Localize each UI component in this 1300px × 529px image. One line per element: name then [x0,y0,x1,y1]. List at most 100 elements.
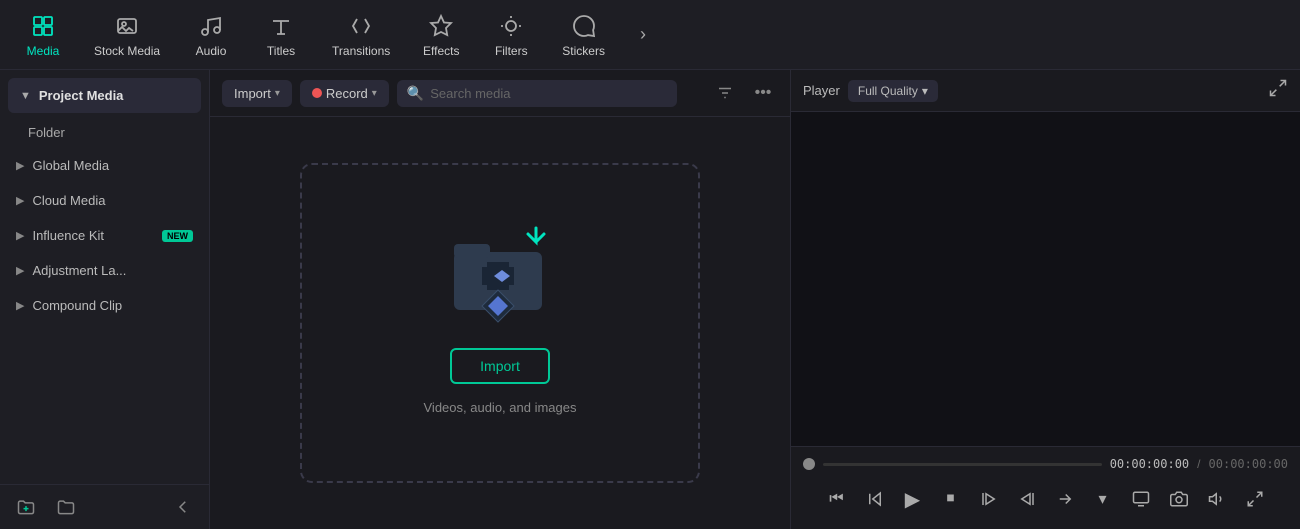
search-icon: 🔍 [407,85,424,102]
snapshot-button[interactable] [1163,483,1195,515]
import-area: Import Videos, audio, and images [210,117,790,529]
toolbar-item-stickers[interactable]: Stickers [546,6,621,64]
collapse-sidebar-button[interactable] [169,493,197,521]
skip-back-button[interactable]: ⏮ [821,483,853,515]
player-expand-button[interactable] [1268,78,1288,103]
stickers-icon [570,12,598,40]
import-subtitle: Videos, audio, and images [424,400,577,415]
monitor-button[interactable] [1125,483,1157,515]
player-panel: Player Full Quality ▾ 00:00:0 [790,70,1300,529]
quality-select[interactable]: Full Quality ▾ [848,80,938,102]
project-media-chevron: ▼ [20,90,31,102]
mark-in-button[interactable] [973,483,1005,515]
effects-icon [427,12,455,40]
sidebar-item-cloud-media[interactable]: ▶ Cloud Media [4,184,205,217]
toolbar-media-label: Media [27,44,60,58]
media-icon [29,12,57,40]
add-to-timeline-dropdown[interactable]: ▾ [1087,483,1119,515]
filters-icon [497,12,525,40]
compound-clip-chevron: ▶ [16,299,24,312]
import-main-button[interactable]: Import [450,348,550,384]
quality-chevron: ▾ [922,84,928,98]
transitions-icon [347,12,375,40]
influence-kit-badge: NEW [162,230,193,242]
titles-icon [267,12,295,40]
toolbar-audio-label: Audio [196,44,227,58]
more-options-button[interactable]: ••• [748,78,778,108]
sidebar-folder[interactable]: Folder [0,117,209,148]
sidebar-bottom [0,484,209,529]
timeline-playhead[interactable] [803,458,815,470]
media-panel: Import ▾ Record ▾ 🔍 [210,70,790,529]
toolbar-effects-label: Effects [423,44,459,58]
global-media-label: Global Media [32,158,193,173]
import-dropzone[interactable]: Import Videos, audio, and images [300,163,700,483]
media-toolbar-right: ••• [710,78,778,108]
toolbar-item-titles[interactable]: Titles [246,6,316,64]
player-timeline: 00:00:00:00 / 00:00:00:00 ⏮ ▶ ⏹ [791,446,1300,529]
app-logo-icon [480,288,516,324]
import-icon-wrap [450,232,550,332]
global-media-chevron: ▶ [16,159,24,172]
import-button[interactable]: Import ▾ [222,80,292,107]
main-content: ▼ Project Media Folder ▶ Global Media ▶ … [0,70,1300,529]
timecode-current: 00:00:00:00 [1110,457,1189,471]
main-toolbar: Media Stock Media Audio Ti [0,0,1300,70]
fullscreen-button[interactable] [1239,483,1271,515]
mark-out-button[interactable] [1011,483,1043,515]
record-dot-icon [312,88,322,98]
sidebar: ▼ Project Media Folder ▶ Global Media ▶ … [0,70,210,529]
adjustment-layer-label: Adjustment La... [32,263,193,278]
download-arrow-icon [522,224,550,252]
influence-kit-chevron: ▶ [16,229,24,242]
compound-clip-label: Compound Clip [32,298,193,313]
toolbar-transitions-label: Transitions [332,44,390,58]
toolbar-stickers-label: Stickers [562,44,605,58]
toolbar-item-effects[interactable]: Effects [406,6,476,64]
toolbar-more-button[interactable]: › [625,17,661,53]
quality-label: Full Quality [858,84,918,98]
influence-kit-label: Influence Kit [32,228,154,243]
toolbar-item-media[interactable]: Media [8,6,78,64]
project-media-label: Project Media [39,88,124,103]
sidebar-project-media[interactable]: ▼ Project Media [8,78,201,113]
new-folder-button[interactable] [12,493,40,521]
search-input[interactable] [430,86,667,101]
volume-button[interactable] [1201,483,1233,515]
audio-icon [197,12,225,40]
stop-button[interactable]: ⏹ [935,483,967,515]
import-main-label: Import [480,358,520,374]
add-media-button[interactable] [52,493,80,521]
toolbar-item-audio[interactable]: Audio [176,6,246,64]
import-dropdown-arrow: ▾ [275,88,280,99]
toolbar-item-filters[interactable]: Filters [476,6,546,64]
play-button[interactable]: ▶ [897,483,929,515]
filter-button[interactable] [710,78,740,108]
record-dropdown-arrow: ▾ [372,88,377,99]
sidebar-item-global-media[interactable]: ▶ Global Media [4,149,205,182]
player-controls: ⏮ ▶ ⏹ [803,479,1288,519]
sidebar-item-adjustment-layer[interactable]: ▶ Adjustment La... [4,254,205,287]
add-to-timeline-button[interactable] [1049,483,1081,515]
record-label: Record [326,86,368,101]
step-back-button[interactable] [859,483,891,515]
toolbar-item-stock-media[interactable]: Stock Media [78,6,176,64]
sidebar-item-influence-kit[interactable]: ▶ Influence Kit NEW [4,219,205,252]
timecode-total: 00:00:00:00 [1209,457,1288,471]
toolbar-titles-label: Titles [267,44,295,58]
timecode-separator: / [1197,457,1200,471]
toolbar-stock-label: Stock Media [94,44,160,58]
player-canvas [791,112,1300,446]
record-button[interactable]: Record ▾ [300,80,389,107]
player-header: Player Full Quality ▾ [791,70,1300,112]
toolbar-item-transitions[interactable]: Transitions [316,6,406,64]
timeline-progress-bar[interactable] [823,463,1102,466]
toolbar-filters-label: Filters [495,44,528,58]
cloud-media-chevron: ▶ [16,194,24,207]
search-bar[interactable]: 🔍 [397,80,677,107]
stock-media-icon [113,12,141,40]
cloud-media-label: Cloud Media [32,193,193,208]
timeline-track: 00:00:00:00 / 00:00:00:00 [803,457,1288,471]
sidebar-item-compound-clip[interactable]: ▶ Compound Clip [4,289,205,322]
import-label: Import [234,86,271,101]
